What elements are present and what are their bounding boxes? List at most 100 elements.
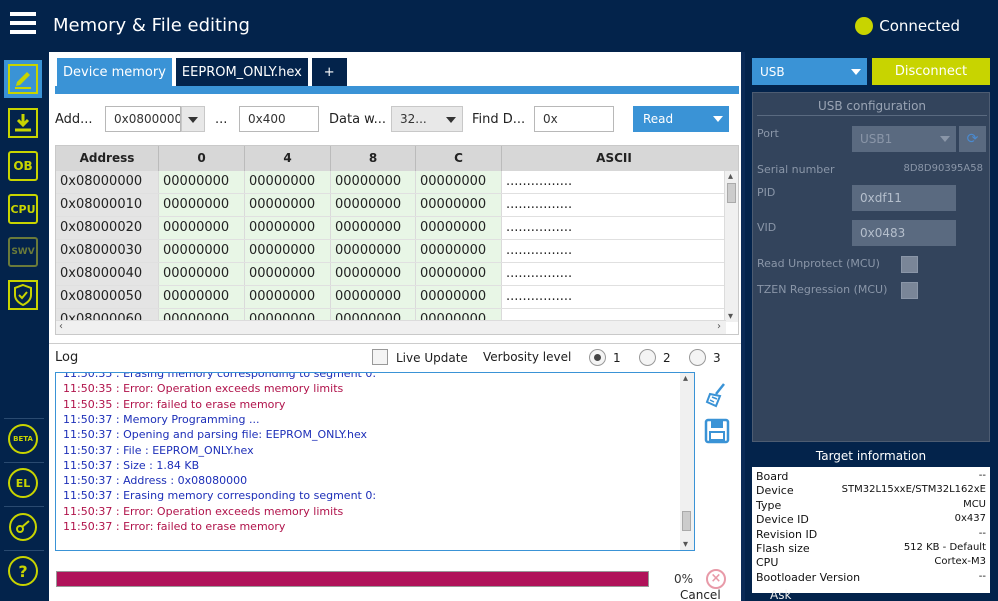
hex-cell[interactable]: 00000000 xyxy=(416,263,502,285)
address-cell[interactable]: 0x08000020 xyxy=(56,217,159,239)
column-header[interactable]: 8 xyxy=(331,146,416,171)
hex-cell[interactable]: 00000000 xyxy=(159,263,245,285)
disconnect-button[interactable]: Disconnect xyxy=(872,58,990,85)
sidebar-item-help[interactable]: ? xyxy=(4,552,42,590)
table-row[interactable]: 0x08000020 00000000 00000000 00000000 000000… xyxy=(56,217,726,240)
column-header[interactable]: C xyxy=(416,146,502,171)
hex-cell[interactable]: 00000000 xyxy=(159,286,245,308)
sidebar-item-swv[interactable]: SWV xyxy=(4,233,42,271)
address-dropdown[interactable] xyxy=(181,106,205,132)
hex-cell[interactable]: 00000000 xyxy=(245,217,331,239)
clear-log-icon[interactable] xyxy=(704,382,730,408)
sidebar-item-el[interactable]: EL xyxy=(4,464,42,502)
table-row[interactable]: 0x08000010 00000000 00000000 00000000 000000… xyxy=(56,194,726,217)
hex-cell[interactable]: 00000000 xyxy=(159,171,245,193)
hex-cell[interactable]: 00000000 xyxy=(245,263,331,285)
save-log-icon[interactable] xyxy=(704,418,730,444)
verbosity-radio-1[interactable] xyxy=(589,349,606,366)
hex-cell[interactable]: 00000000 xyxy=(245,240,331,262)
address-cell[interactable]: 0x08000040 xyxy=(56,263,159,285)
hex-cell[interactable]: 00000000 xyxy=(416,286,502,308)
interface-select[interactable]: USB xyxy=(752,58,867,85)
hex-cell[interactable]: 00000000 xyxy=(159,194,245,216)
address-cell[interactable]: 0x08000000 xyxy=(56,171,159,193)
scrollbar-thumb[interactable] xyxy=(682,511,691,531)
sidebar-item-option-bytes[interactable]: OB xyxy=(4,147,42,185)
hex-cell[interactable]: 00000000 xyxy=(331,263,416,285)
grid-horizontal-scrollbar[interactable]: ‹ › xyxy=(56,320,726,334)
hex-cell[interactable]: 00000000 xyxy=(331,171,416,193)
column-header[interactable]: 4 xyxy=(245,146,331,171)
ascii-cell[interactable]: ................ xyxy=(502,286,726,308)
tab-device-memory[interactable]: Device memory xyxy=(57,58,172,86)
address-cell[interactable]: 0x08000050 xyxy=(56,286,159,308)
table-row[interactable]: 0x08000050 00000000 00000000 00000000 000000… xyxy=(56,286,726,309)
key-icon xyxy=(9,513,37,541)
hex-cell[interactable]: 00000000 xyxy=(159,240,245,262)
address-cell[interactable]: 0x08000030 xyxy=(56,240,159,262)
pid-input[interactable]: 0xdf11 xyxy=(852,185,956,211)
size-input[interactable]: 0x400 xyxy=(239,106,319,132)
verbosity-radio-2[interactable] xyxy=(639,349,656,366)
sidebar-item-security[interactable] xyxy=(4,276,42,314)
tab-eeprom-file[interactable]: EEPROM_ONLY.hex xyxy=(175,58,308,86)
refresh-icon[interactable]: ⟳ xyxy=(959,126,986,152)
hex-cell[interactable]: 00000000 xyxy=(416,217,502,239)
scrollbar-thumb[interactable] xyxy=(727,183,736,203)
table-row[interactable]: 0x08000030 00000000 00000000 00000000 000000… xyxy=(56,240,726,263)
sidebar-item-key[interactable] xyxy=(4,508,42,546)
hex-cell[interactable]: 00000000 xyxy=(416,194,502,216)
live-update-checkbox[interactable] xyxy=(372,349,388,365)
scroll-left-icon[interactable]: ‹ xyxy=(59,321,63,332)
find-data-input[interactable]: 0x xyxy=(534,106,614,132)
ok-button-peek[interactable]: Ask xyxy=(770,588,791,601)
ascii-cell[interactable]: ................ xyxy=(502,217,726,239)
scroll-right-icon[interactable]: › xyxy=(717,321,721,332)
log-vertical-scrollbar[interactable]: ▴ ▾ xyxy=(680,373,694,550)
sidebar-item-memory-editing[interactable] xyxy=(4,60,42,98)
column-header[interactable]: ASCII xyxy=(502,146,726,171)
column-header[interactable]: Address xyxy=(56,146,159,171)
hex-cell[interactable]: 00000000 xyxy=(331,240,416,262)
tzen-regression-checkbox[interactable] xyxy=(901,282,918,299)
hex-cell[interactable]: 00000000 xyxy=(416,240,502,262)
table-row[interactable]: 0x08000040 00000000 00000000 00000000 000000… xyxy=(56,263,726,286)
add-tab-button[interactable]: + xyxy=(311,58,347,86)
cancel-button-peek[interactable]: Cancel xyxy=(680,588,721,601)
hex-cell[interactable]: 00000000 xyxy=(331,217,416,239)
hex-cell[interactable]: 00000000 xyxy=(245,171,331,193)
table-row[interactable]: 0x08000000 00000000 00000000 00000000 000000… xyxy=(56,171,726,194)
log-output[interactable]: 11:50:35 : Erasing memory corresponding … xyxy=(55,372,695,551)
grid-vertical-scrollbar[interactable]: ▴ ▾ xyxy=(724,171,738,322)
ascii-cell[interactable]: ................ xyxy=(502,171,726,193)
port-select[interactable]: USB1 xyxy=(852,126,956,152)
menu-icon[interactable] xyxy=(10,12,36,36)
sidebar-item-download[interactable] xyxy=(4,104,42,142)
cancel-icon[interactable]: × xyxy=(706,569,726,589)
address-cell[interactable]: 0x08000010 xyxy=(56,194,159,216)
hex-cell[interactable]: 00000000 xyxy=(331,194,416,216)
hex-cell[interactable]: 00000000 xyxy=(416,171,502,193)
scroll-up-icon[interactable]: ▴ xyxy=(683,373,688,384)
column-header[interactable]: 0 xyxy=(159,146,245,171)
read-button[interactable]: Read xyxy=(633,106,729,132)
address-input[interactable]: 0x0800000( xyxy=(105,106,181,132)
hex-cell[interactable]: 00000000 xyxy=(245,286,331,308)
vid-input[interactable]: 0x0483 xyxy=(852,220,956,246)
read-unprotect-checkbox[interactable] xyxy=(901,256,918,273)
ascii-cell[interactable]: ................ xyxy=(502,240,726,262)
sidebar-item-cpu[interactable]: CPU xyxy=(4,190,42,228)
sidebar-item-beta[interactable]: BETA xyxy=(4,420,42,458)
verbosity-radio-3[interactable] xyxy=(689,349,706,366)
data-width-select[interactable]: 32... xyxy=(391,106,463,132)
scroll-down-icon[interactable]: ▾ xyxy=(683,539,688,550)
ascii-cell[interactable]: ................ xyxy=(502,263,726,285)
log-line: 11:50:35 : Error: failed to erase memory xyxy=(63,397,286,411)
scroll-up-icon[interactable]: ▴ xyxy=(728,171,733,182)
hex-cell[interactable]: 00000000 xyxy=(159,217,245,239)
hex-cell[interactable]: 00000000 xyxy=(331,286,416,308)
scroll-down-icon[interactable]: ▾ xyxy=(728,311,733,322)
ascii-cell[interactable]: ................ xyxy=(502,194,726,216)
hex-cell[interactable]: 00000000 xyxy=(245,194,331,216)
interface-value: USB xyxy=(760,65,785,79)
